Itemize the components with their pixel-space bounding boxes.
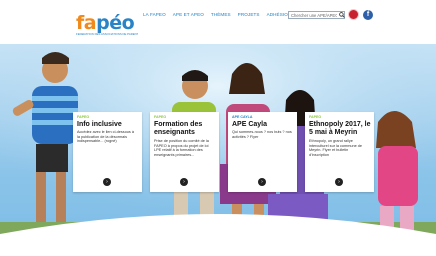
- logo-part-2: péo: [96, 12, 135, 34]
- card-text: Accédez avec le lien ci-dessous à la pub…: [77, 130, 134, 144]
- news-card[interactable]: FAPEO Ethnopoly 2017, le 5 mai à Meyrin …: [305, 112, 374, 192]
- main-nav: LA FAPEO APE ET APEO THÈMES PROJETS ADHÉ…: [143, 12, 291, 17]
- card-title[interactable]: Formation des enseignants: [154, 121, 216, 137]
- card-text: Ethnopoly, un grand rallye interculturel…: [309, 139, 362, 157]
- site-header: fapéo FÉDÉRATION DES ASSOCIATIONS DE PAR…: [0, 0, 436, 44]
- arrow-right-icon[interactable]: ›: [258, 178, 266, 186]
- news-card[interactable]: FAPEO Info inclusive Accédez avec le lie…: [73, 112, 142, 192]
- arrow-right-icon[interactable]: ›: [180, 178, 188, 186]
- language-flag-icon[interactable]: [348, 9, 359, 20]
- search-icon[interactable]: [339, 11, 345, 19]
- news-card[interactable]: FAPEO Formation des enseignants Prise de…: [150, 112, 219, 192]
- search-box: [288, 11, 345, 19]
- card-title[interactable]: Ethnopoly 2017, le 5 mai à Meyrin: [309, 121, 371, 137]
- nav-item-themes[interactable]: THÈMES: [211, 12, 231, 17]
- logo-part-1: fa: [76, 12, 97, 34]
- card-text: Qui sommes-nous ? nos buts ? nos activit…: [232, 130, 292, 139]
- nav-item-projets[interactable]: PROJETS: [238, 12, 260, 17]
- fapeo-logo[interactable]: fapéo FÉDÉRATION DES ASSOCIATIONS DE PAR…: [76, 13, 138, 41]
- card-title[interactable]: Info inclusive: [77, 121, 139, 129]
- nav-item-la-fapeo[interactable]: LA FAPEO: [143, 12, 166, 17]
- card-tag: FAPEO: [77, 115, 90, 119]
- arrow-right-icon[interactable]: ›: [335, 178, 343, 186]
- card-tag: APE CAYLA: [232, 115, 253, 119]
- logo-tagline: FÉDÉRATION DES ASSOCIATIONS DE PARENTS D…: [76, 33, 138, 36]
- nav-item-ape-apeo[interactable]: APE ET APEO: [173, 12, 204, 17]
- card-text: Prise de position du comité de la FAPEO …: [154, 139, 209, 157]
- news-card[interactable]: APE CAYLA APE Cayla Qui sommes-nous ? no…: [228, 112, 297, 192]
- arrow-right-icon[interactable]: ›: [103, 178, 111, 186]
- card-title[interactable]: APE Cayla: [232, 121, 294, 129]
- search-input[interactable]: [289, 12, 339, 18]
- facebook-icon[interactable]: f: [363, 10, 373, 20]
- logo-wordmark: fapéo: [76, 13, 136, 33]
- card-tag: FAPEO: [154, 115, 167, 119]
- card-tag: FAPEO: [309, 115, 322, 119]
